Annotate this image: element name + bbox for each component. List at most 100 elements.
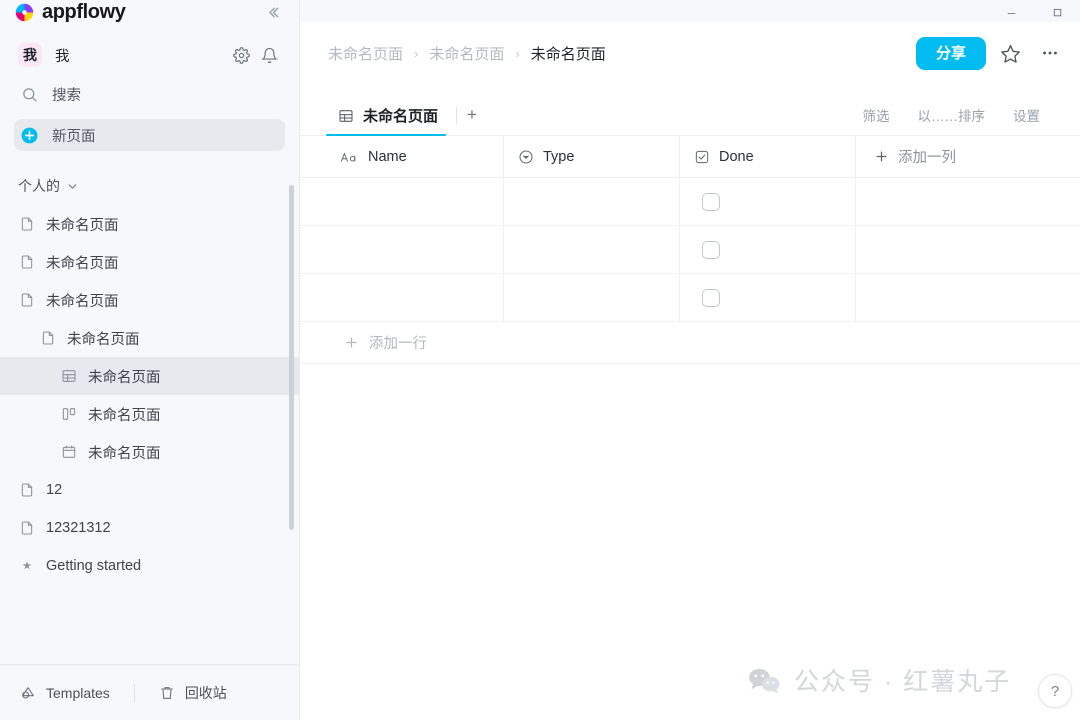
sidebar-item-5[interactable]: 未命名页面 xyxy=(0,395,299,433)
sidebar-item-label: 12321312 xyxy=(46,520,111,536)
sidebar-item-3[interactable]: 未命名页面 xyxy=(0,319,299,357)
add-database-view-button[interactable]: + xyxy=(459,102,485,128)
calendar-icon xyxy=(60,443,78,461)
user-name: 我 xyxy=(55,45,225,66)
cell-type[interactable] xyxy=(504,178,680,225)
window-controls xyxy=(300,0,1080,22)
cell-done[interactable] xyxy=(680,274,856,321)
more-horizontal-icon[interactable] xyxy=(1034,37,1066,69)
star-outline-icon[interactable] xyxy=(994,37,1026,69)
cell-empty xyxy=(856,226,1080,273)
breadcrumb: 未命名页面 › 未命名页面 › 未命名页面 xyxy=(326,41,916,66)
table-row[interactable] xyxy=(300,226,1080,274)
grid-icon xyxy=(338,108,354,124)
search-row[interactable]: 搜索 xyxy=(14,78,285,110)
add-column-label: 添加一列 xyxy=(898,146,956,167)
share-button[interactable]: 分享 xyxy=(916,37,986,70)
watermark-text: 公众号 · 红薯丸子 xyxy=(794,662,1011,698)
cell-name[interactable] xyxy=(326,274,504,321)
document-icon xyxy=(39,329,57,347)
sidebar-item-label: 12 xyxy=(46,482,62,498)
cell-type[interactable] xyxy=(504,274,680,321)
sidebar-item-9[interactable]: Getting started xyxy=(0,547,299,585)
app-name: appflowy xyxy=(42,2,125,22)
breadcrumb-separator: › xyxy=(515,46,519,61)
breadcrumb-separator: › xyxy=(414,46,418,61)
sidebar-item-6[interactable]: 未命名页面 xyxy=(0,433,299,471)
sidebar-item-label: 未命名页面 xyxy=(46,214,119,235)
select-field-icon xyxy=(518,149,534,165)
database-tab[interactable]: 未命名页面 xyxy=(326,105,454,135)
new-page-button[interactable]: 新页面 xyxy=(14,119,285,151)
sidebar-item-label: 未命名页面 xyxy=(88,366,161,387)
sort-button[interactable]: 以……排序 xyxy=(904,105,1000,135)
sidebar-item-0[interactable]: 未命名页面 xyxy=(0,205,299,243)
cell-name[interactable] xyxy=(326,178,504,225)
templates-label: Templates xyxy=(46,685,110,701)
checkbox[interactable] xyxy=(702,241,720,259)
cell-done[interactable] xyxy=(680,178,856,225)
trash-label: 回收站 xyxy=(185,683,227,703)
avatar[interactable]: 我 xyxy=(18,43,42,67)
cell-name[interactable] xyxy=(326,226,504,273)
table-row[interactable] xyxy=(300,274,1080,322)
section-personal[interactable]: 个人的 xyxy=(0,175,299,197)
column-header-type[interactable]: Type xyxy=(504,136,680,177)
checkbox-field-icon xyxy=(694,149,710,165)
plus-circle-icon xyxy=(18,126,40,145)
add-column-button[interactable]: 添加一列 xyxy=(856,136,1080,177)
window-minimize-button[interactable] xyxy=(988,0,1034,22)
cell-done[interactable] xyxy=(680,226,856,273)
grid-header-row: Name Type Done xyxy=(300,136,1080,178)
breadcrumb-item-1[interactable]: 未命名页面 xyxy=(427,41,506,66)
checkbox[interactable] xyxy=(702,193,720,211)
search-icon xyxy=(18,86,40,103)
sidebar-item-8[interactable]: 12321312 xyxy=(0,509,299,547)
templates-button[interactable]: Templates xyxy=(14,678,116,708)
sidebar: appflowy 我 我 xyxy=(0,0,300,720)
sidebar-item-4[interactable]: 未命名页面 xyxy=(0,357,299,395)
column-header-name-label: Name xyxy=(368,149,407,165)
filter-button[interactable]: 筛选 xyxy=(849,105,904,135)
window-maximize-button[interactable] xyxy=(1034,0,1080,22)
add-row-button[interactable]: 添加一行 xyxy=(300,322,1080,364)
column-header-type-label: Type xyxy=(543,149,574,165)
user-row[interactable]: 我 我 xyxy=(14,38,285,72)
column-header-name[interactable]: Name xyxy=(326,136,504,177)
templates-icon xyxy=(20,685,36,701)
document-icon xyxy=(18,481,36,499)
breadcrumb-item-0[interactable]: 未命名页面 xyxy=(326,41,405,66)
plus-icon xyxy=(344,335,359,350)
settings-button[interactable]: 设置 xyxy=(999,105,1054,135)
document-icon xyxy=(18,215,36,233)
table-row[interactable] xyxy=(300,178,1080,226)
gear-icon[interactable] xyxy=(229,43,253,67)
section-label: 个人的 xyxy=(18,176,60,196)
new-page-label: 新页面 xyxy=(52,125,96,146)
tab-divider xyxy=(456,107,457,124)
column-header-done[interactable]: Done xyxy=(680,136,856,177)
text-field-icon xyxy=(340,150,359,164)
trash-icon xyxy=(159,685,175,701)
sidebar-item-label: 未命名页面 xyxy=(46,290,119,311)
sidebar-footer: Templates 回收站 xyxy=(0,664,299,720)
sidebar-item-label: 未命名页面 xyxy=(88,404,161,425)
database-tab-bar: 未命名页面 + 筛选 以……排序 设置 xyxy=(300,98,1080,136)
watermark: 公众号 · 红薯丸子 xyxy=(748,662,1011,698)
sidebar-item-label: 未命名页面 xyxy=(67,328,140,349)
top-bar: 未命名页面 › 未命名页面 › 未命名页面 分享 xyxy=(300,22,1080,84)
sidebar-scrollbar[interactable] xyxy=(289,185,294,530)
cell-type[interactable] xyxy=(504,226,680,273)
document-icon xyxy=(18,291,36,309)
document-icon xyxy=(18,519,36,537)
breadcrumb-item-2[interactable]: 未命名页面 xyxy=(529,41,608,66)
sidebar-item-1[interactable]: 未命名页面 xyxy=(0,243,299,281)
trash-button[interactable]: 回收站 xyxy=(153,678,233,708)
sidebar-collapse-button[interactable] xyxy=(261,0,285,24)
bell-icon[interactable] xyxy=(257,43,281,67)
sidebar-item-7[interactable]: 12 xyxy=(0,471,299,509)
checkbox[interactable] xyxy=(702,289,720,307)
sidebar-top: appflowy 我 我 xyxy=(0,0,299,151)
help-button[interactable]: ? xyxy=(1038,674,1072,708)
sidebar-item-2[interactable]: 未命名页面 xyxy=(0,281,299,319)
